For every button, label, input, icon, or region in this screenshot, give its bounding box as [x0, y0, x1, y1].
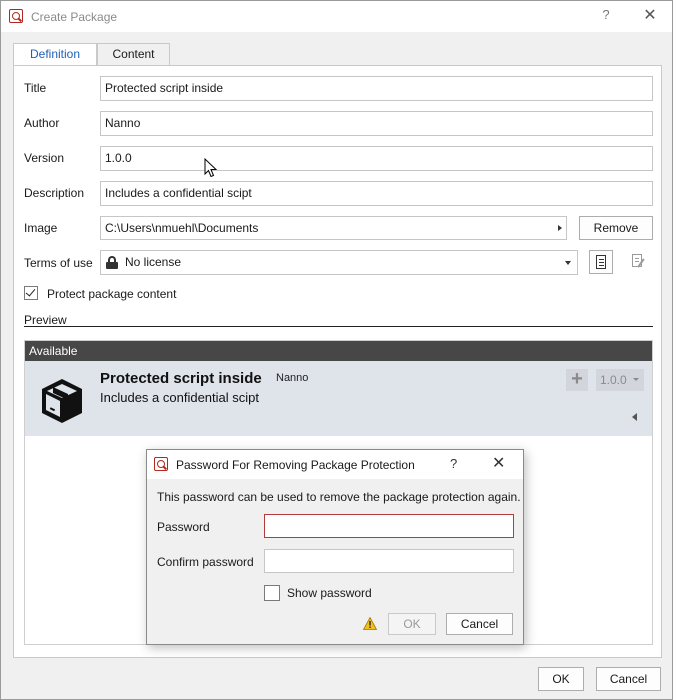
tab-definition[interactable]: Definition: [13, 43, 97, 66]
show-password-label: Show password: [287, 586, 372, 600]
preview-package-item: Protected script inside Nanno Includes a…: [25, 361, 652, 436]
password-dialog: Password For Removing Package Protection…: [146, 449, 524, 645]
password-input[interactable]: [264, 514, 514, 538]
image-label: Image: [24, 221, 58, 235]
version-select[interactable]: 1.0.0: [596, 369, 644, 391]
ok-button[interactable]: OK: [538, 667, 584, 691]
image-path-text: C:\Users\nmuehl\Documents: [105, 221, 259, 235]
chevron-down-icon: [633, 378, 639, 381]
edit-license-button[interactable]: [626, 250, 650, 274]
version-label: Version: [24, 151, 65, 165]
document-icon: [596, 255, 606, 269]
dialog-app-icon: [154, 457, 168, 471]
dialog-cancel-button[interactable]: Cancel: [446, 613, 513, 635]
confirm-password-input[interactable]: [264, 549, 514, 573]
image-path-field[interactable]: C:\Users\nmuehl\Documents: [100, 216, 567, 240]
tab-content[interactable]: Content: [97, 43, 170, 65]
package-author: Nanno: [276, 372, 309, 384]
author-input[interactable]: Nanno: [100, 111, 653, 136]
terms-label: Terms of use: [24, 256, 93, 270]
cancel-button[interactable]: Cancel: [596, 667, 661, 691]
chevron-down-icon: [565, 261, 571, 265]
preview-label: Preview: [24, 313, 67, 327]
title-bar: Create Package ? ✕: [1, 1, 672, 32]
dialog-title: Password For Removing Package Protection: [176, 458, 415, 472]
terms-select[interactable]: No license: [100, 250, 578, 275]
title-label: Title: [24, 81, 47, 95]
package-title: Protected script inside: [100, 370, 262, 387]
view-license-button[interactable]: [589, 250, 613, 274]
package-description: Includes a confidential scipt: [100, 390, 259, 405]
window-title: Create Package: [31, 10, 118, 24]
protect-content-checkbox[interactable]: [24, 286, 38, 300]
version-select-value: 1.0.0: [600, 373, 627, 387]
title-input[interactable]: Protected script inside: [100, 76, 653, 101]
remove-image-button[interactable]: Remove: [579, 216, 653, 240]
show-password-checkbox[interactable]: [264, 585, 280, 601]
password-label: Password: [157, 520, 210, 534]
dialog-info-text: This password can be used to remove the …: [157, 490, 521, 504]
terms-value: No license: [125, 255, 182, 269]
dialog-help-button[interactable]: ?: [450, 456, 457, 471]
app-search-icon: [9, 9, 23, 23]
preview-divider: [24, 326, 653, 327]
confirm-password-label: Confirm password: [157, 555, 254, 569]
package-box-icon: [42, 379, 82, 423]
dialog-title-bar: Password For Removing Package Protection…: [147, 450, 523, 479]
close-button[interactable]: ✕: [641, 5, 659, 25]
protect-content-label: Protect package content: [47, 287, 177, 301]
preview-header: Available: [25, 341, 652, 361]
dialog-ok-button[interactable]: OK: [388, 613, 436, 635]
install-plus-icon[interactable]: +: [566, 369, 588, 391]
version-input[interactable]: 1.0.0: [100, 146, 653, 171]
expand-arrow-icon[interactable]: [558, 225, 562, 231]
collapse-arrow-icon[interactable]: [632, 413, 637, 421]
description-label: Description: [24, 186, 85, 200]
mouse-cursor-icon: [204, 158, 218, 178]
author-label: Author: [24, 116, 60, 130]
create-package-window: Create Package ? ✕ Definition Content Ti…: [0, 0, 673, 700]
dialog-close-button[interactable]: ✕: [492, 453, 505, 473]
edit-icon: [632, 254, 645, 268]
description-input[interactable]: Includes a confidential scipt: [100, 181, 653, 206]
help-button[interactable]: ?: [599, 7, 613, 22]
warning-icon: [363, 617, 377, 630]
lock-icon: [106, 256, 118, 269]
